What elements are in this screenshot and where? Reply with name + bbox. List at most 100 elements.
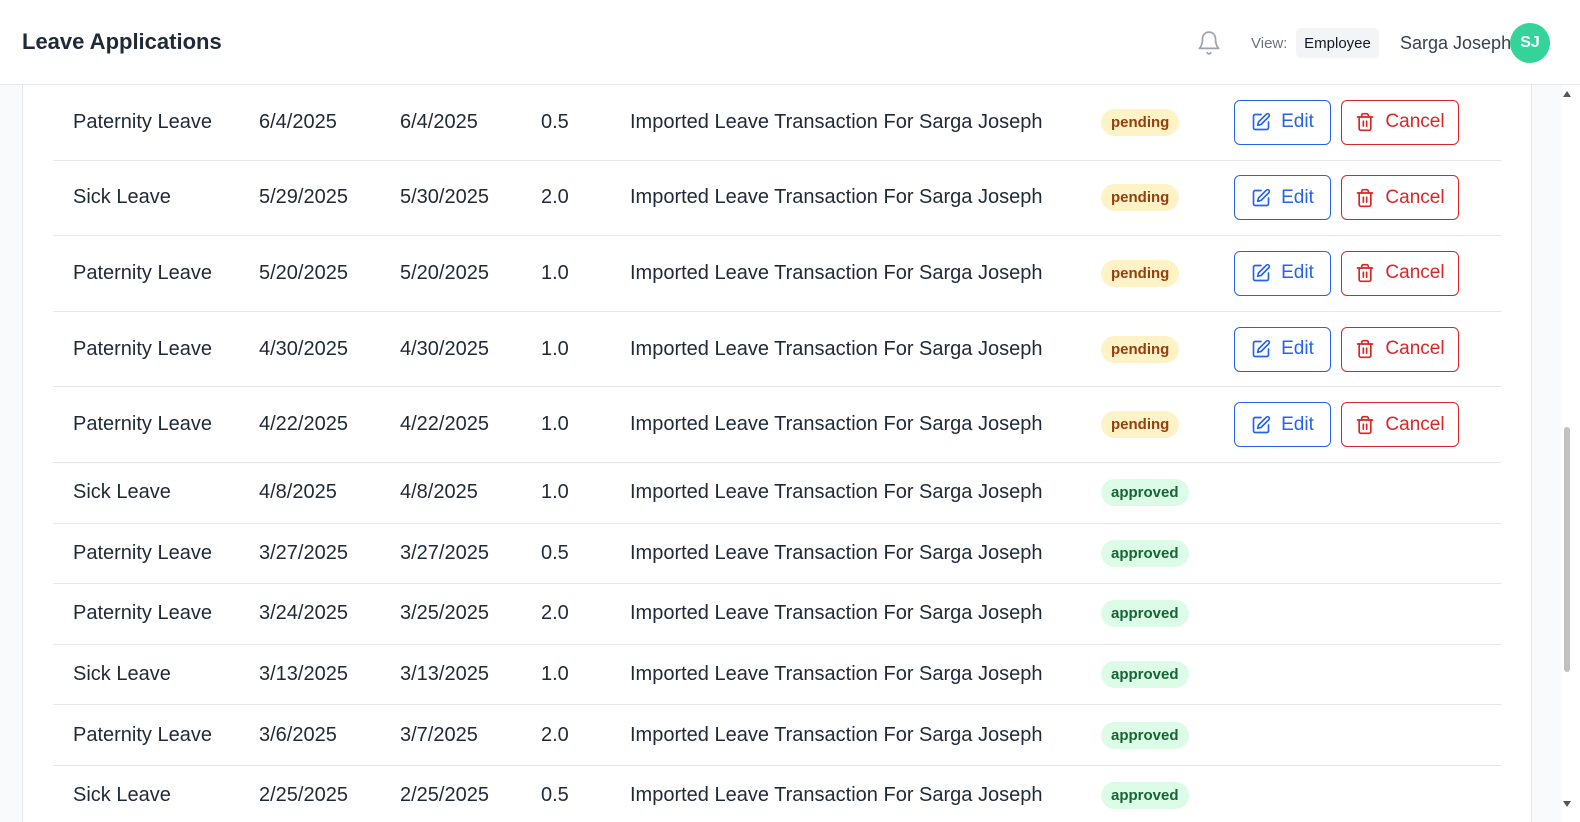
- cancel-button[interactable]: Cancel: [1341, 250, 1459, 296]
- status-cell: approved: [1101, 766, 1189, 822]
- trash-icon: [1355, 112, 1375, 132]
- view-label: View:: [1251, 35, 1288, 52]
- start-date: 4/22/2025: [259, 413, 348, 436]
- edit-label: Edit: [1281, 186, 1314, 208]
- start-date: 5/29/2025: [259, 186, 348, 209]
- row-actions: Edit Cancel: [1234, 161, 1459, 236]
- scroll-thumb[interactable]: [1564, 427, 1570, 672]
- edit-button[interactable]: Edit: [1234, 402, 1331, 448]
- start-date: 3/27/2025: [259, 541, 348, 564]
- status-cell: approved: [1101, 645, 1189, 705]
- day-count: 2.0: [541, 723, 569, 746]
- scroll-up-icon[interactable]: [1563, 91, 1571, 97]
- status-badge: pending: [1101, 259, 1180, 287]
- notification-bell-icon[interactable]: [1196, 29, 1222, 57]
- cancel-button[interactable]: Cancel: [1341, 326, 1459, 372]
- row-actions: Edit Cancel: [1234, 85, 1459, 160]
- table-row: Paternity Leave 5/20/2025 5/20/2025 1.0 Impo…: [53, 236, 1501, 312]
- status-cell: pending: [1101, 85, 1180, 160]
- table-row: Paternity Leave 3/6/2025 3/7/2025 2.0 Import…: [53, 705, 1501, 766]
- leave-type: Paternity Leave: [73, 723, 212, 746]
- start-date: 3/24/2025: [259, 602, 348, 625]
- status-badge: pending: [1101, 108, 1180, 136]
- leave-type: Paternity Leave: [73, 413, 212, 436]
- status-cell: approved: [1101, 584, 1189, 644]
- table-row: Paternity Leave 4/22/2025 4/22/2025 1.0 Impo…: [53, 387, 1501, 463]
- reason: Imported Leave Transaction For Sarga Jos…: [630, 186, 1043, 209]
- edit-icon: [1251, 112, 1271, 132]
- day-count: 1.0: [541, 663, 569, 686]
- leave-type: Paternity Leave: [73, 261, 212, 284]
- end-date: 3/25/2025: [400, 602, 489, 625]
- table-row: Paternity Leave 6/4/2025 6/4/2025 0.5 Import…: [53, 85, 1501, 161]
- page-scrollbar[interactable]: [1562, 85, 1580, 822]
- end-date: 4/8/2025: [400, 481, 478, 504]
- page-title: Leave Applications: [22, 29, 222, 54]
- trash-icon: [1355, 188, 1375, 208]
- status-cell: pending: [1101, 236, 1180, 311]
- edit-label: Edit: [1281, 111, 1314, 133]
- day-count: 1.0: [541, 261, 569, 284]
- scroll-down-icon[interactable]: [1563, 801, 1571, 807]
- day-count: 1.0: [541, 337, 569, 360]
- status-cell: pending: [1101, 387, 1180, 462]
- status-cell: pending: [1101, 312, 1180, 387]
- day-count: 1.0: [541, 413, 569, 436]
- start-date: 5/20/2025: [259, 261, 348, 284]
- leave-type: Sick Leave: [73, 784, 171, 807]
- start-date: 6/4/2025: [259, 110, 337, 133]
- end-date: 4/30/2025: [400, 337, 489, 360]
- reason: Imported Leave Transaction For Sarga Jos…: [630, 261, 1043, 284]
- leave-applications-panel: Paternity Leave 6/4/2025 6/4/2025 0.5 Import…: [22, 85, 1532, 822]
- end-date: 5/30/2025: [400, 186, 489, 209]
- cancel-label: Cancel: [1385, 111, 1445, 133]
- start-date: 2/25/2025: [259, 784, 348, 807]
- status-badge: pending: [1101, 184, 1180, 212]
- row-actions: Edit Cancel: [1234, 236, 1459, 311]
- leave-table: Paternity Leave 6/4/2025 6/4/2025 0.5 Import…: [53, 85, 1501, 822]
- leave-type: Paternity Leave: [73, 110, 212, 133]
- reason: Imported Leave Transaction For Sarga Jos…: [630, 723, 1043, 746]
- table-row: Sick Leave 4/8/2025 4/8/2025 1.0 Imported Le…: [53, 463, 1501, 524]
- end-date: 5/20/2025: [400, 261, 489, 284]
- trash-icon: [1355, 339, 1375, 359]
- avatar[interactable]: SJ: [1510, 23, 1550, 63]
- cancel-label: Cancel: [1385, 186, 1445, 208]
- end-date: 4/22/2025: [400, 413, 489, 436]
- edit-button[interactable]: Edit: [1234, 326, 1331, 372]
- reason: Imported Leave Transaction For Sarga Jos…: [630, 413, 1043, 436]
- reason: Imported Leave Transaction For Sarga Jos…: [630, 481, 1043, 504]
- end-date: 2/25/2025: [400, 784, 489, 807]
- cancel-button[interactable]: Cancel: [1341, 99, 1459, 145]
- top-bar: Leave Applications View: Employee Sarga …: [0, 0, 1580, 85]
- reason: Imported Leave Transaction For Sarga Jos…: [630, 541, 1043, 564]
- edit-label: Edit: [1281, 262, 1314, 284]
- edit-button[interactable]: Edit: [1234, 99, 1331, 145]
- leave-type: Sick Leave: [73, 481, 171, 504]
- start-date: 4/8/2025: [259, 481, 337, 504]
- edit-label: Edit: [1281, 413, 1314, 435]
- status-badge: approved: [1101, 661, 1189, 689]
- start-date: 3/6/2025: [259, 723, 337, 746]
- day-count: 2.0: [541, 186, 569, 209]
- cancel-label: Cancel: [1385, 413, 1445, 435]
- status-cell: approved: [1101, 463, 1189, 523]
- cancel-button[interactable]: Cancel: [1341, 402, 1459, 448]
- reason: Imported Leave Transaction For Sarga Jos…: [630, 784, 1043, 807]
- edit-icon: [1251, 263, 1271, 283]
- day-count: 2.0: [541, 602, 569, 625]
- edit-button[interactable]: Edit: [1234, 175, 1331, 221]
- cancel-button[interactable]: Cancel: [1341, 175, 1459, 221]
- start-date: 4/30/2025: [259, 337, 348, 360]
- end-date: 3/7/2025: [400, 723, 478, 746]
- row-actions: Edit Cancel: [1234, 312, 1459, 387]
- view-selector[interactable]: Employee: [1296, 28, 1379, 58]
- edit-icon: [1251, 188, 1271, 208]
- status-cell: approved: [1101, 705, 1189, 765]
- reason: Imported Leave Transaction For Sarga Jos…: [630, 663, 1043, 686]
- status-cell: pending: [1101, 161, 1180, 236]
- status-badge: pending: [1101, 411, 1180, 439]
- trash-icon: [1355, 415, 1375, 435]
- edit-button[interactable]: Edit: [1234, 250, 1331, 296]
- table-row: Paternity Leave 3/27/2025 3/27/2025 0.5 Impo…: [53, 524, 1501, 585]
